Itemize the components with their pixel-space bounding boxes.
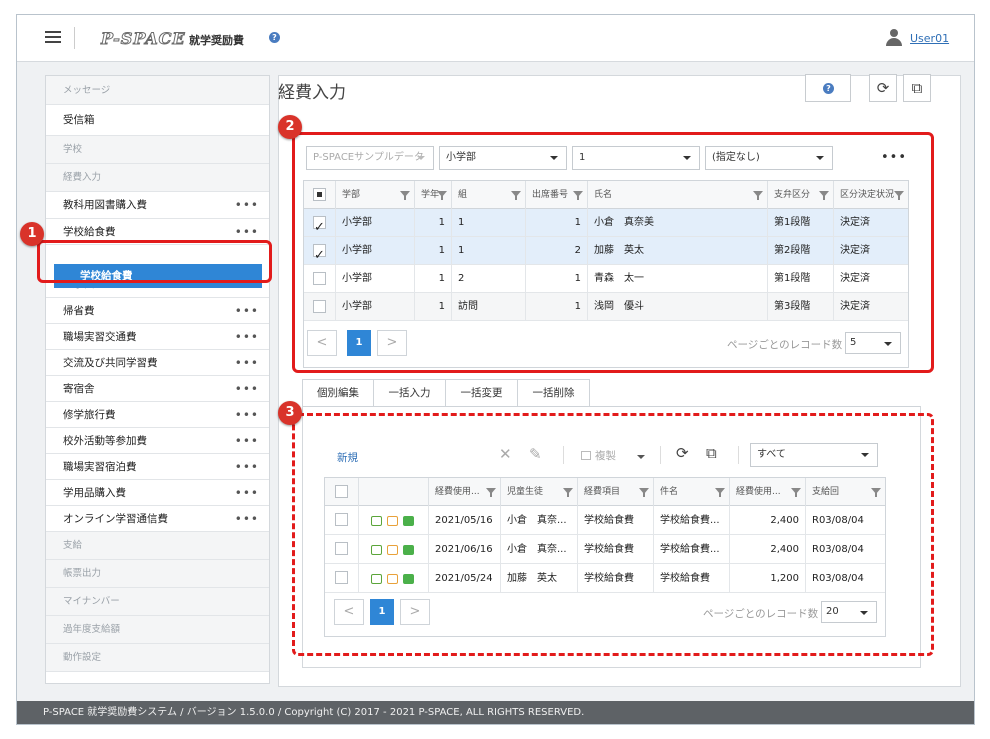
sidebar-item-label: 学校給食費 xyxy=(63,226,116,238)
tab-bulk-change[interactable]: 一括変更 xyxy=(445,379,518,407)
sidebar-item-label: 経費入力 xyxy=(63,172,102,183)
tab-bulk-input[interactable]: 一括入力 xyxy=(373,379,446,407)
sidebar-item-label: 受信箱 xyxy=(63,114,95,126)
sidebar-section-header[interactable]: 学校 xyxy=(46,136,269,164)
sidebar-item[interactable]: オンライン学習通信費 ••• xyxy=(46,506,269,532)
popout-button[interactable]: ⧉ xyxy=(903,74,931,102)
sidebar-item[interactable]: 学用品購入費 ••• xyxy=(46,480,269,506)
sidebar-section-header[interactable]: 経費入力 xyxy=(46,164,269,192)
sidebar-item[interactable]: 職場実習宿泊費 ••• xyxy=(46,454,269,480)
sidebar-section-header[interactable]: 支給 xyxy=(46,532,269,560)
refresh-button[interactable]: ⟳ xyxy=(869,74,897,102)
sidebar-item[interactable]: 帰省費 ••• xyxy=(46,298,269,324)
user-link[interactable]: User01 xyxy=(910,32,949,45)
sidebar-item-label: 寄宿舎 xyxy=(63,383,95,395)
more-options-icon[interactable]: ••• xyxy=(235,480,259,506)
page-title: 経費入力 xyxy=(278,83,346,103)
help-icon: ? xyxy=(823,83,834,94)
app-name: 就学奨励費 xyxy=(189,34,244,47)
tab-bulk-delete[interactable]: 一括削除 xyxy=(517,379,590,407)
sidebar-item-label: 職場実習宿泊費 xyxy=(63,461,137,473)
sidebar-item-label: 帳票出力 xyxy=(63,568,102,579)
highlight-1 xyxy=(37,240,272,283)
user-icon xyxy=(886,29,902,47)
sidebar-item-label: 支給 xyxy=(63,540,83,551)
sidebar-item-label: 学用品購入費 xyxy=(63,487,126,499)
sidebar-section-header[interactable]: 過年度支給額 xyxy=(46,616,269,644)
sidebar-section-header[interactable]: メッセージ xyxy=(46,76,269,105)
sidebar: メッセージ受信箱学校経費入力教科用図書購入費•••学校給食費•••通学費•••帰… xyxy=(45,75,270,684)
sidebar-item-label: 教科用図書購入費 xyxy=(63,199,147,211)
sidebar-section-header[interactable]: 帳票出力 xyxy=(46,560,269,588)
more-options-icon[interactable]: ••• xyxy=(235,454,259,480)
sidebar-section-header[interactable]: マイナンバー xyxy=(46,588,269,616)
sidebar-section-header[interactable]: 動作設定 xyxy=(46,644,269,672)
sidebar-item-label: メッセージ xyxy=(63,85,111,96)
sidebar-item[interactable]: 教科用図書購入費 ••• xyxy=(46,192,269,219)
top-bar: P-SPACE 就学奨励費 ? User01 xyxy=(17,15,974,62)
more-options-icon[interactable]: ••• xyxy=(235,324,259,350)
sidebar-item-label: 過年度支給額 xyxy=(63,624,121,635)
sidebar-item[interactable]: 職場実習交通費 ••• xyxy=(46,324,269,350)
sidebar-item-label: 校外活動等参加費 xyxy=(63,435,147,447)
sidebar-item[interactable]: 交流及び共同学習費 ••• xyxy=(46,350,269,376)
more-options-icon[interactable]: ••• xyxy=(235,402,259,428)
sidebar-item[interactable]: 受信箱 xyxy=(46,105,269,136)
more-options-icon[interactable]: ••• xyxy=(235,298,259,324)
more-options-icon[interactable]: ••• xyxy=(235,192,259,219)
marker-2: 2 xyxy=(278,115,302,139)
more-options-icon[interactable]: ••• xyxy=(235,350,259,376)
divider xyxy=(74,27,75,49)
sidebar-item-label: オンライン学習通信費 xyxy=(63,513,168,525)
marker-1: 1 xyxy=(20,222,44,246)
sidebar-item-label: 帰省費 xyxy=(63,305,95,317)
more-options-icon[interactable]: ••• xyxy=(235,428,259,454)
help-button[interactable]: ? xyxy=(805,74,851,102)
sidebar-item-label: 交流及び共同学習費 xyxy=(63,357,158,369)
sidebar-item[interactable]: 校外活動等参加費 ••• xyxy=(46,428,269,454)
highlight-3 xyxy=(292,413,934,656)
menu-icon[interactable] xyxy=(45,31,61,43)
marker-3: 3 xyxy=(278,401,302,425)
sidebar-item-label: 修学旅行費 xyxy=(63,409,116,421)
more-options-icon[interactable]: ••• xyxy=(235,376,259,402)
footer: P-SPACE 就学奨励費システム / バージョン 1.5.0.0 / Copy… xyxy=(17,701,974,724)
sidebar-item-label: 動作設定 xyxy=(63,652,102,663)
tab-individual-edit[interactable]: 個別編集 xyxy=(302,379,374,407)
help-icon[interactable]: ? xyxy=(269,32,280,43)
sidebar-item[interactable]: 寄宿舎 ••• xyxy=(46,376,269,402)
sidebar-item[interactable]: 修学旅行費 ••• xyxy=(46,402,269,428)
app-logo: P-SPACE xyxy=(101,29,186,49)
highlight-2 xyxy=(292,132,934,373)
sidebar-item-label: 職場実習交通費 xyxy=(63,331,137,343)
sidebar-item-label: 学校 xyxy=(63,144,83,155)
sidebar-item-label: マイナンバー xyxy=(63,596,120,607)
more-options-icon[interactable]: ••• xyxy=(235,506,259,532)
